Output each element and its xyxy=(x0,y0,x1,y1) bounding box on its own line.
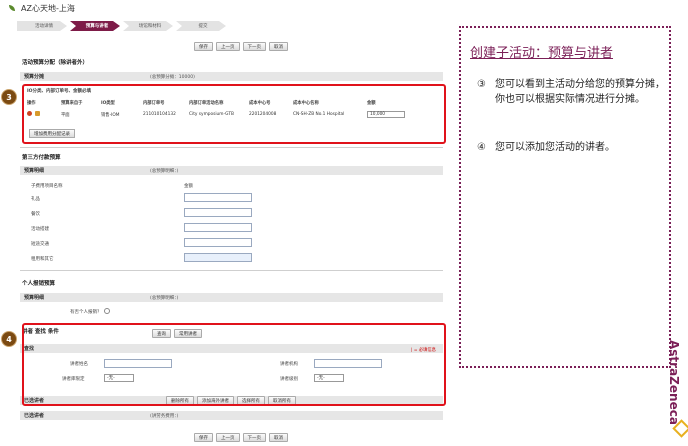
selected-list-label: 已选讲者 xyxy=(24,413,45,419)
prev-button-bottom[interactable]: 上一页 xyxy=(216,433,240,442)
tip-text: 您可以添加您活动的讲者。 xyxy=(495,142,615,153)
selected-list-fee: (讲劳务费用：) xyxy=(150,413,179,419)
annotation-title: 创建子活动：预算与讲者 xyxy=(470,46,614,61)
personal-question: 有否个人报销？ xyxy=(70,310,102,315)
callout-number-3: 3 xyxy=(1,89,17,105)
save-button[interactable]: 保存 xyxy=(194,42,213,51)
save-button-bottom[interactable]: 保存 xyxy=(194,433,213,442)
callout-number-4: 4 xyxy=(1,331,17,347)
rental-label: 租用和其它 xyxy=(31,257,54,262)
cancel-button[interactable]: 取消 xyxy=(269,42,288,51)
transport-label: 短途交通 xyxy=(31,242,49,247)
step-submit[interactable]: 提交 xyxy=(176,21,226,31)
amount-header: 金额 xyxy=(184,184,193,189)
callout-box-3 xyxy=(22,84,446,144)
meal-label: 餐饮 xyxy=(31,212,40,217)
transport-amount-input[interactable] xyxy=(184,238,252,247)
budget-alloc-bar: 预算分摊 (总预算分摊：10000) xyxy=(20,72,443,81)
third-party-title: 第三方付款预算 xyxy=(22,155,61,161)
step-budget-speakers[interactable]: 预算与讲者 xyxy=(70,21,120,31)
progress-steps: 活动详情 预算与讲者 场馆和材料 提交 xyxy=(17,21,226,31)
leaf-logo-icon xyxy=(8,4,17,13)
step-activity-details[interactable]: 活动详情 xyxy=(17,21,67,31)
prev-button[interactable]: 上一页 xyxy=(216,42,240,51)
top-button-row: 保存 上一页 下一页 取消 xyxy=(194,42,288,51)
budget-alloc-label: 预算分摊 xyxy=(24,74,45,80)
personal-total: (总预算明细：) xyxy=(150,295,179,301)
third-party-total: (总预算明细：) xyxy=(150,168,179,174)
personal-title: 个人报销预算 xyxy=(22,281,56,287)
divider xyxy=(20,147,443,148)
meal-amount-input[interactable] xyxy=(184,208,252,217)
gift-amount-input[interactable] xyxy=(184,193,252,202)
next-button-bottom[interactable]: 下一页 xyxy=(242,433,266,442)
personal-bar: 预算明细 (总预算明细：) xyxy=(20,293,443,302)
setup-label: 活动搭建 xyxy=(31,227,49,232)
app-title: AZ心天地-上海 xyxy=(8,2,75,14)
bottom-button-row: 保存 上一页 下一页 取消 xyxy=(194,433,288,442)
third-party-bar: 预算明细 (总预算明细：) xyxy=(20,166,443,175)
sub-item-header: 子费用项目名称 xyxy=(31,184,63,189)
divider xyxy=(20,270,443,271)
rental-amount-input[interactable] xyxy=(184,253,252,262)
annotation-tip-4: ④ 您可以添加您活动的讲者。 xyxy=(477,140,667,155)
brand-logo-icon xyxy=(673,420,687,434)
next-button[interactable]: 下一页 xyxy=(242,42,266,51)
personal-label: 预算明细 xyxy=(24,295,45,301)
tip-text: 您可以看到主活动分给您的预算分摊，你也可以根据实际情况进行分摊。 xyxy=(495,79,665,105)
tip-number: ④ xyxy=(477,142,486,153)
annotation-tip-3: ③ 您可以看到主活动分给您的预算分摊，你也可以根据实际情况进行分摊。 xyxy=(477,77,667,107)
callout-box-4 xyxy=(22,323,446,406)
personal-radio[interactable] xyxy=(104,308,110,314)
cancel-button-bottom[interactable]: 取消 xyxy=(269,433,288,442)
budget-alloc-title: 活动预算分配（除讲者外） xyxy=(22,60,89,66)
gift-label: 礼品 xyxy=(31,197,40,202)
budget-alloc-total: (总预算分摊：10000) xyxy=(150,74,195,80)
app-title-text: AZ心天地-上海 xyxy=(21,3,75,13)
step-venue-materials[interactable]: 场馆和材料 xyxy=(123,21,173,31)
setup-amount-input[interactable] xyxy=(184,223,252,232)
tip-number: ③ xyxy=(477,79,486,90)
brand-name: AstraZeneca xyxy=(667,340,681,425)
third-party-label: 预算明细 xyxy=(24,168,45,174)
selected-list-bar: 已选讲者 (讲劳务费用：) xyxy=(20,411,443,420)
